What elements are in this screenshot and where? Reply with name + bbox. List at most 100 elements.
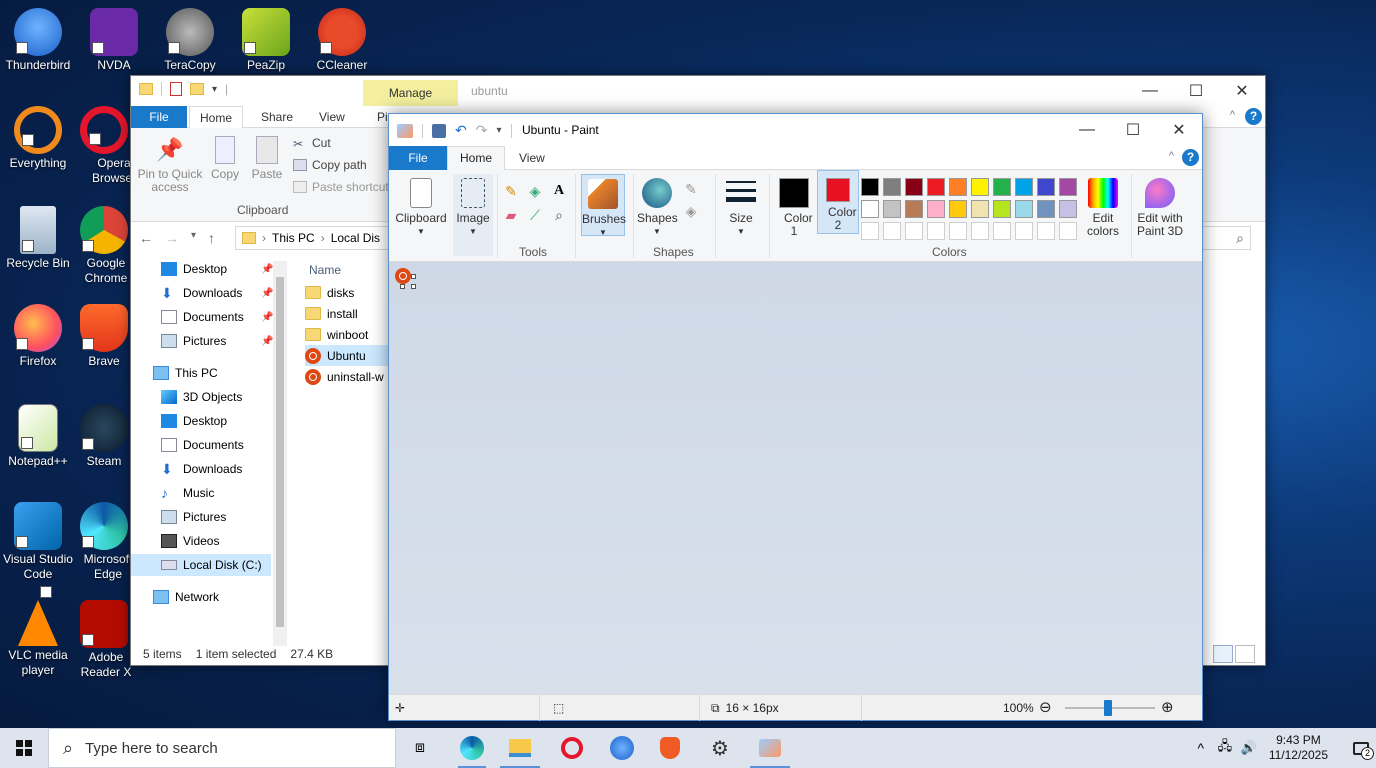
palette-swatch[interactable] bbox=[993, 178, 1011, 196]
collapse-ribbon-icon[interactable]: ^ bbox=[1230, 109, 1235, 121]
nav-item-network[interactable]: Network bbox=[153, 586, 219, 608]
eraser-icon[interactable]: ▰ bbox=[501, 206, 521, 224]
paste-button[interactable]: Paste bbox=[249, 136, 285, 181]
nav-pane-scrollbar[interactable] bbox=[273, 261, 287, 646]
nav-item-desktop[interactable]: Desktop bbox=[161, 410, 227, 432]
color2-button[interactable]: Color 2 bbox=[817, 170, 859, 234]
recent-chevron-icon[interactable]: ▾ bbox=[191, 230, 196, 246]
list-item[interactable]: install bbox=[305, 303, 395, 324]
palette-swatch[interactable] bbox=[949, 178, 967, 196]
palette-swatch-empty[interactable] bbox=[1015, 222, 1033, 240]
desktop-icon-notepadpp[interactable]: Notepad++ bbox=[0, 404, 76, 469]
palette-swatch-empty[interactable] bbox=[1037, 222, 1055, 240]
pencil-icon[interactable]: ✎ bbox=[501, 182, 521, 200]
volume-icon[interactable]: 🔊 bbox=[1237, 740, 1261, 756]
palette-swatch-empty[interactable] bbox=[883, 222, 901, 240]
palette-swatch[interactable] bbox=[971, 178, 989, 196]
paste-shortcut-button[interactable]: Paste shortcut bbox=[293, 180, 389, 194]
large-icons-view-icon[interactable] bbox=[1235, 645, 1255, 663]
palette-swatch[interactable] bbox=[927, 200, 945, 218]
resize-handle[interactable] bbox=[400, 284, 405, 289]
desktop-icon-ccleaner[interactable]: CCleaner bbox=[304, 8, 380, 73]
tab-manage[interactable]: Manage bbox=[363, 80, 458, 106]
desktop-icon-teracopy[interactable]: TeraCopy bbox=[152, 8, 228, 73]
desktop-icon-recycle-bin[interactable]: Recycle Bin bbox=[0, 206, 76, 271]
close-icon[interactable]: ✕ bbox=[1219, 76, 1265, 106]
palette-swatch[interactable] bbox=[1015, 178, 1033, 196]
palette-swatch[interactable] bbox=[1037, 178, 1055, 196]
taskbar-edge[interactable] bbox=[448, 728, 496, 768]
scrollbar-thumb[interactable] bbox=[276, 277, 284, 627]
tab-home[interactable]: Home bbox=[447, 146, 505, 171]
taskbar-settings[interactable]: ⚙ bbox=[696, 728, 744, 768]
cut-button[interactable]: ✂ Cut bbox=[293, 136, 331, 151]
palette-swatch[interactable] bbox=[883, 178, 901, 196]
nav-item-downloads[interactable]: ⬇ Downloads bbox=[161, 458, 242, 480]
palette-swatch[interactable] bbox=[993, 200, 1011, 218]
palette-swatch[interactable] bbox=[949, 200, 967, 218]
address-path[interactable]: › This PC › Local Dis bbox=[235, 226, 395, 250]
minimize-icon[interactable]: — bbox=[1127, 76, 1173, 106]
nav-item-quick-pictures[interactable]: Pictures 📌 bbox=[161, 330, 273, 352]
palette-swatch[interactable] bbox=[1037, 200, 1055, 218]
color-picker-icon[interactable]: ⟋ bbox=[525, 206, 545, 224]
new-folder-icon[interactable] bbox=[190, 83, 204, 95]
forward-arrow-icon[interactable]: → bbox=[165, 230, 179, 246]
taskbar-thunderbird[interactable] bbox=[598, 728, 646, 768]
desktop-icon-nvda[interactable]: NVDA bbox=[76, 8, 152, 73]
help-icon[interactable]: ? bbox=[1245, 108, 1262, 125]
desktop-icon-everything[interactable]: Everything bbox=[0, 106, 76, 171]
list-item[interactable]: winboot bbox=[305, 324, 395, 345]
zoom-out-icon[interactable]: ⊖ bbox=[1039, 695, 1052, 721]
nav-item-quick-downloads[interactable]: ⬇ Downloads 📌 bbox=[161, 282, 273, 304]
palette-swatch[interactable] bbox=[905, 200, 923, 218]
tab-view[interactable]: View bbox=[319, 106, 345, 128]
help-icon[interactable]: ? bbox=[1182, 149, 1199, 166]
palette-swatch[interactable] bbox=[905, 178, 923, 196]
copy-button[interactable]: Copy bbox=[207, 136, 243, 181]
redo-icon[interactable]: ↷ bbox=[476, 122, 488, 139]
palette-swatch[interactable] bbox=[861, 200, 879, 218]
image-button[interactable]: Image ▼ bbox=[453, 174, 493, 256]
pin-to-quick-access-button[interactable]: 📌 Pin to Quick access bbox=[137, 136, 203, 194]
palette-swatch-empty[interactable] bbox=[993, 222, 1011, 240]
resize-handle[interactable] bbox=[411, 284, 416, 289]
task-view-button[interactable]: ⧈ bbox=[396, 728, 444, 768]
desktop-icon-vscode[interactable]: Visual Studio Code bbox=[0, 502, 76, 582]
breadcrumb-this-pc[interactable]: This PC bbox=[272, 231, 315, 245]
desktop-icon-steam[interactable]: Steam bbox=[76, 404, 132, 469]
shapes-button[interactable]: Shapes ▼ bbox=[637, 174, 678, 236]
nav-item-pictures[interactable]: Pictures bbox=[161, 506, 226, 528]
nav-item-music[interactable]: ♪ Music bbox=[161, 482, 214, 504]
desktop-icon-edge[interactable]: Microsoft Edge bbox=[76, 502, 132, 582]
edit-colors-button[interactable]: Edit colors bbox=[1079, 174, 1127, 238]
palette-swatch-empty[interactable] bbox=[949, 222, 967, 240]
back-arrow-icon[interactable]: ← bbox=[139, 230, 153, 246]
palette-swatch[interactable] bbox=[861, 178, 879, 196]
nav-item-documents[interactable]: Documents bbox=[161, 434, 244, 456]
tab-share[interactable]: Share bbox=[261, 106, 293, 128]
ubuntu-image-canvas[interactable] bbox=[395, 268, 411, 284]
nav-item-this-pc[interactable]: This PC bbox=[153, 362, 218, 384]
details-view-icon[interactable] bbox=[1213, 645, 1233, 663]
zoom-slider-thumb[interactable] bbox=[1104, 700, 1112, 716]
outline-icon[interactable]: ✎ bbox=[681, 180, 701, 198]
color1-button[interactable]: Color 1 bbox=[775, 174, 813, 238]
paint-app-icon[interactable] bbox=[397, 123, 413, 138]
customize-toolbar-icon[interactable]: ▾ bbox=[212, 84, 217, 95]
tab-file[interactable]: File bbox=[389, 146, 447, 170]
palette-swatch[interactable] bbox=[1059, 200, 1077, 218]
brushes-button[interactable]: Brushes ▼ bbox=[581, 174, 626, 237]
properties-icon[interactable] bbox=[170, 82, 182, 96]
breadcrumb-local-disk[interactable]: Local Dis bbox=[331, 231, 380, 245]
tab-file[interactable]: File bbox=[131, 106, 187, 128]
nav-item-quick-documents[interactable]: Documents 📌 bbox=[161, 306, 273, 328]
clock[interactable]: 9:43 PM 11/12/2025 bbox=[1269, 733, 1328, 763]
zoom-in-icon[interactable]: ⊕ bbox=[1161, 695, 1174, 721]
desktop-icon-chrome[interactable]: Google Chrome bbox=[76, 206, 132, 286]
palette-swatch-empty[interactable] bbox=[1059, 222, 1077, 240]
taskbar-opera[interactable] bbox=[548, 728, 596, 768]
text-icon[interactable]: A bbox=[549, 182, 569, 200]
palette-swatch[interactable] bbox=[1059, 178, 1077, 196]
minimize-icon[interactable]: — bbox=[1064, 114, 1110, 146]
